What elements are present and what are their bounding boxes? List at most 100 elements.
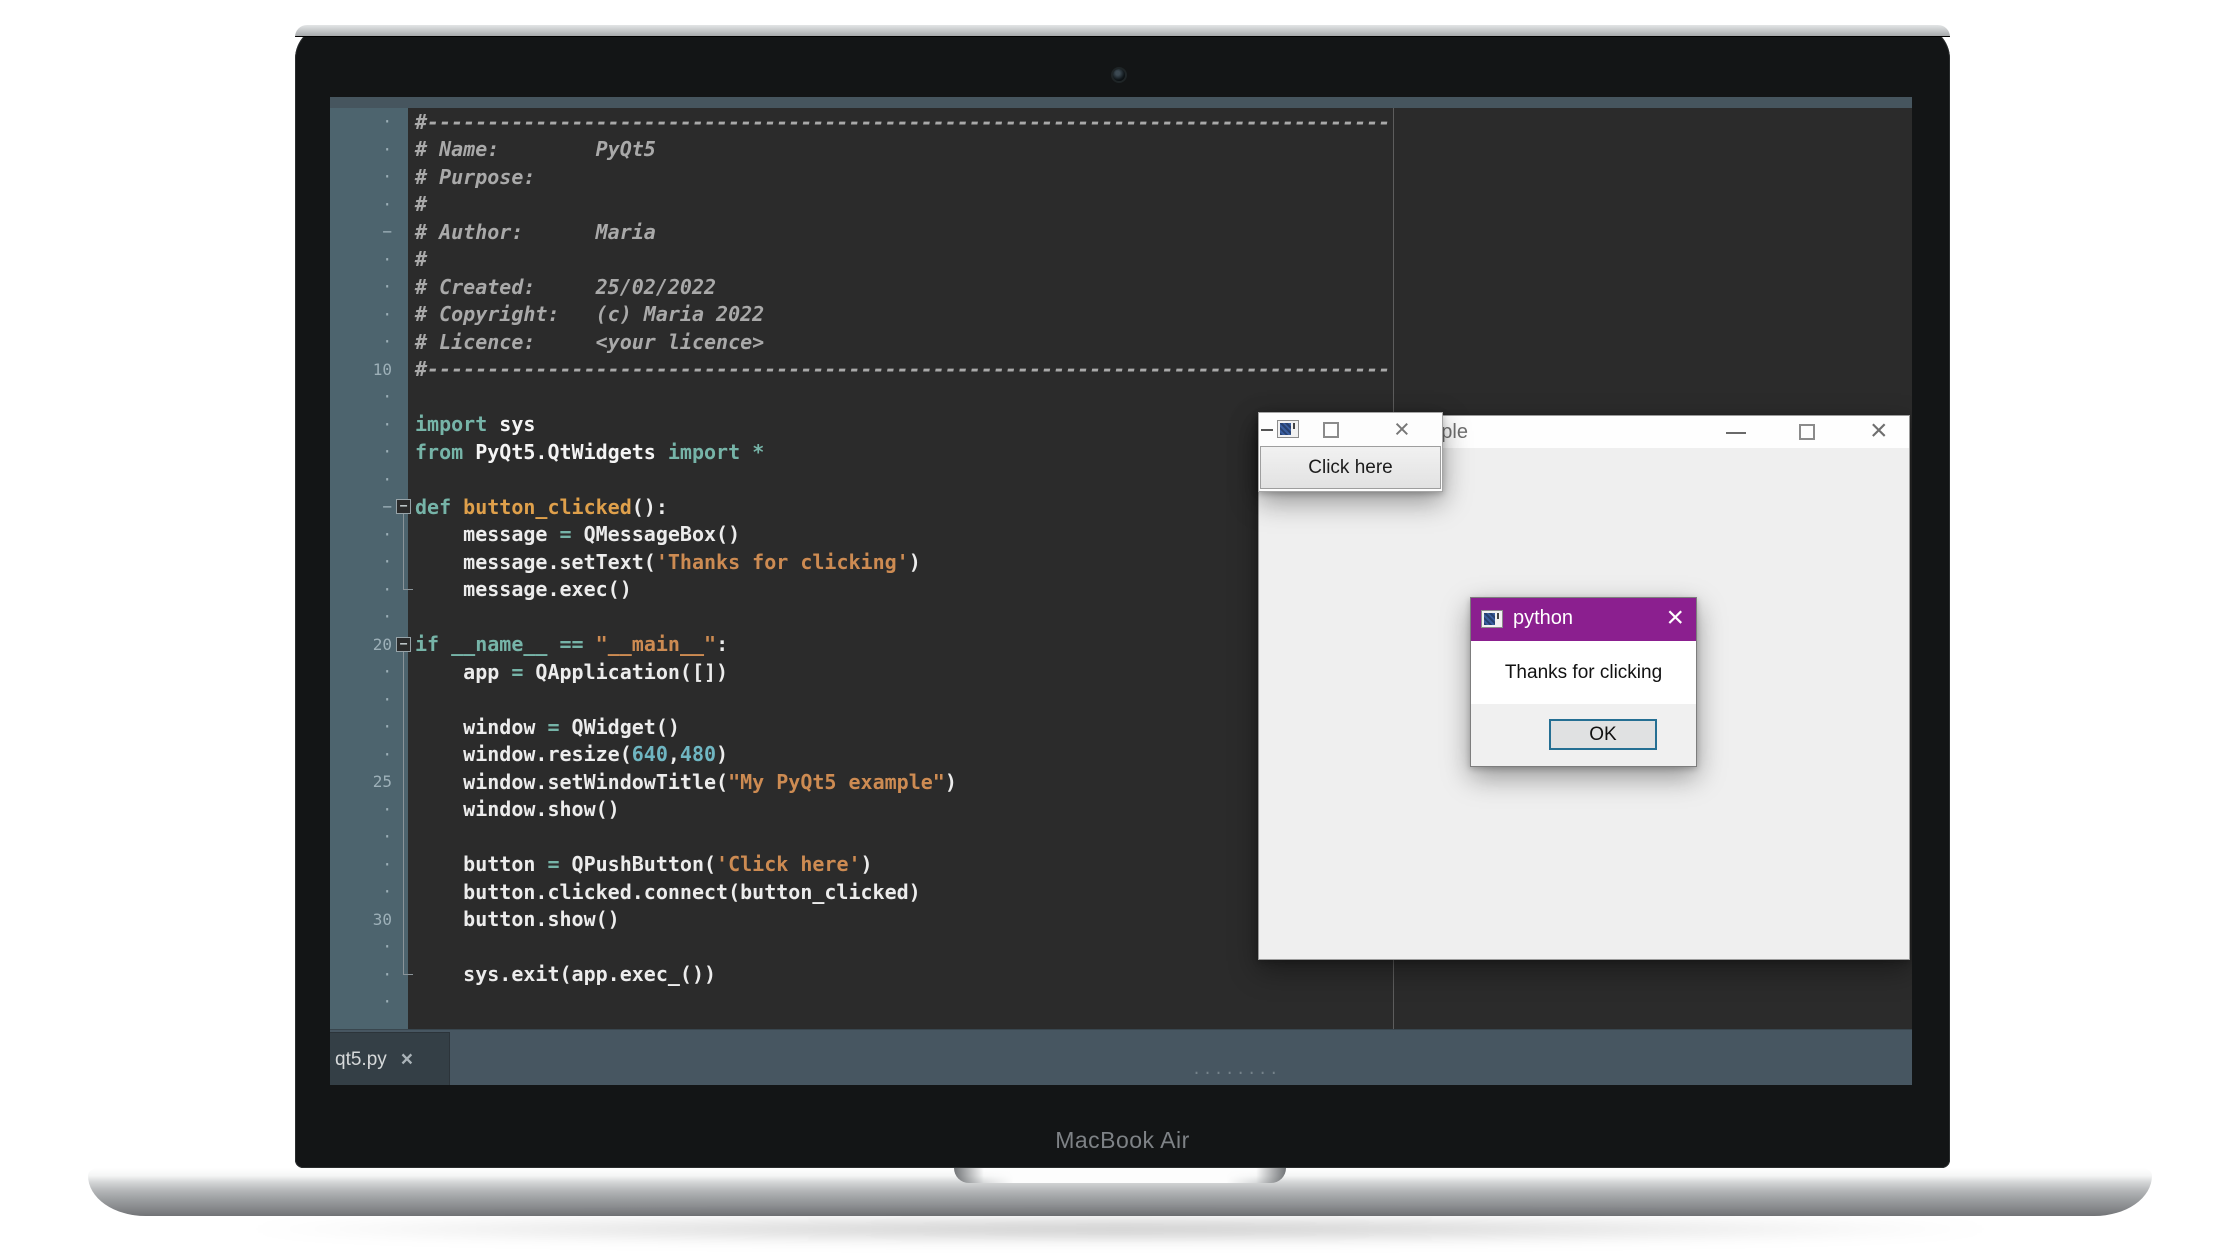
gutter-cell: · — [330, 470, 408, 489]
code-text: # Created: 25/02/2022 — [408, 275, 716, 299]
code-text: import sys — [408, 412, 535, 436]
code-text: # Licence: <your licence> — [408, 330, 764, 354]
file-tab-label: qt5.py — [330, 1049, 387, 1071]
gutter-cell: · — [330, 415, 408, 434]
ok-button[interactable]: OK — [1549, 719, 1657, 750]
code-text: button.clicked.connect(button_clicked) — [408, 880, 921, 904]
code-text: window.setWindowTitle("My PyQt5 example"… — [408, 770, 957, 794]
minimize-icon[interactable] — [1726, 432, 1746, 434]
editor-top-strip — [330, 97, 1912, 108]
code-text: message.setText('Thanks for clicking') — [408, 550, 921, 574]
maximize-icon[interactable] — [1323, 422, 1339, 438]
code-text: button.show() — [408, 907, 620, 931]
lid-open-notch — [954, 1168, 1286, 1183]
gutter-cell: · — [330, 800, 408, 819]
gutter-cell: · — [330, 167, 408, 186]
button-window-titlebar[interactable]: × — [1259, 413, 1442, 446]
code-text: # Purpose: — [408, 165, 535, 189]
code-text: def button_clicked(): — [408, 495, 668, 519]
gutter-cell: · — [330, 662, 408, 681]
code-line: ·# — [330, 191, 1912, 219]
gutter-cell: · — [330, 112, 408, 131]
code-text: app = QApplication([]) — [408, 660, 728, 684]
code-text: window.resize(640,480) — [408, 742, 728, 766]
gutter-cell: · — [330, 855, 408, 874]
code-line: 10#-------------------------------------… — [330, 356, 1912, 384]
code-text: message = QMessageBox() — [408, 522, 740, 546]
message-box-titlebar[interactable]: python × — [1471, 598, 1696, 641]
gutter-cell: · — [330, 387, 408, 406]
gutter-cell: 30 — [330, 910, 408, 929]
code-text: window.show() — [408, 797, 620, 821]
fold-toggle-main-icon[interactable]: − — [396, 637, 411, 652]
code-text: window = QWidget() — [408, 715, 680, 739]
webcam-icon — [1113, 69, 1125, 81]
gutter-cell: − — [330, 222, 408, 241]
gutter-cell: · — [330, 305, 408, 324]
laptop-base — [88, 1168, 2152, 1216]
message-box-window: python × Thanks for clicking OK — [1470, 597, 1697, 767]
code-line: ·# Copyright: (c) Maria 2022 — [330, 301, 1912, 329]
fold-guide-def — [403, 514, 404, 589]
app-window-icon — [1481, 610, 1503, 628]
tab-close-icon[interactable]: × — [401, 1048, 413, 1072]
gutter-cell: · — [330, 965, 408, 984]
code-text: # — [408, 247, 427, 271]
gutter-cell: · — [330, 717, 408, 736]
code-text: #---------------------------------------… — [408, 357, 1390, 381]
gutter-cell: · — [330, 277, 408, 296]
fold-guide-main — [403, 652, 404, 974]
gutter-cell: · — [330, 580, 408, 599]
code-line: ·# Purpose: — [330, 163, 1912, 191]
click-here-button[interactable]: Click here — [1260, 446, 1441, 489]
code-text: message.exec() — [408, 577, 632, 601]
editor-tab-bar: qt5.py × ········ — [330, 1029, 1912, 1085]
code-line: · — [330, 383, 1912, 411]
gutter-cell: · — [330, 607, 408, 626]
gutter-cell: · — [330, 250, 408, 269]
gutter-cell: · — [330, 827, 408, 846]
gutter-cell: · — [330, 552, 408, 571]
gutter-cell: · — [330, 140, 408, 159]
maximize-icon[interactable] — [1799, 424, 1815, 440]
code-line: ·# Licence: <your licence> — [330, 328, 1912, 356]
code-line: · — [330, 988, 1912, 1016]
code-text: # Copyright: (c) Maria 2022 — [408, 302, 764, 326]
code-text: # Name: PyQt5 — [408, 137, 656, 161]
fold-toggle-def-icon[interactable]: − — [396, 499, 411, 514]
gutter-cell: · — [330, 992, 408, 1011]
minimize-icon[interactable] — [1261, 429, 1273, 431]
code-text: from PyQt5.QtWidgets import * — [408, 440, 764, 464]
code-text: # — [408, 192, 427, 216]
close-icon[interactable]: × — [1870, 416, 1888, 446]
code-text: sys.exit(app.exec_()) — [408, 962, 716, 986]
splitter-gripper-icon[interactable]: ········ — [1192, 1064, 1280, 1082]
device-brand-label: MacBook Air — [295, 1127, 1950, 1154]
app-window-icon — [1277, 420, 1299, 438]
code-text: # Author: Maria — [408, 220, 656, 244]
code-line: · sys.exit(app.exec_()) — [330, 961, 1912, 989]
lid-top-edge — [295, 25, 1950, 37]
gutter-cell: · — [330, 882, 408, 901]
gutter-cell: · — [330, 525, 408, 544]
code-text: #---------------------------------------… — [408, 110, 1390, 134]
fold-elbow-main — [403, 974, 413, 975]
code-line: −# Author: Maria — [330, 218, 1912, 246]
code-line: ·# Created: 25/02/2022 — [330, 273, 1912, 301]
gutter-cell: · — [330, 937, 408, 956]
gutter-cell: · — [330, 332, 408, 351]
close-icon[interactable]: × — [1394, 414, 1410, 444]
code-line: ·# Name: PyQt5 — [330, 136, 1912, 164]
gutter-cell: 10 — [330, 360, 408, 379]
gutter-cell: · — [330, 442, 408, 461]
code-line: ·#--------------------------------------… — [330, 108, 1912, 136]
close-icon[interactable]: × — [1666, 603, 1684, 633]
macbook-mockup: ·#--------------------------------------… — [0, 0, 2240, 1260]
code-line: ·# — [330, 246, 1912, 274]
fold-elbow-def — [403, 589, 413, 590]
message-box-title: python — [1513, 607, 1573, 630]
gutter-cell: · — [330, 690, 408, 709]
laptop-lid: ·#--------------------------------------… — [295, 25, 1950, 1168]
code-text: if __name__ == "__main__": — [408, 632, 728, 656]
file-tab[interactable]: qt5.py × — [330, 1032, 450, 1085]
